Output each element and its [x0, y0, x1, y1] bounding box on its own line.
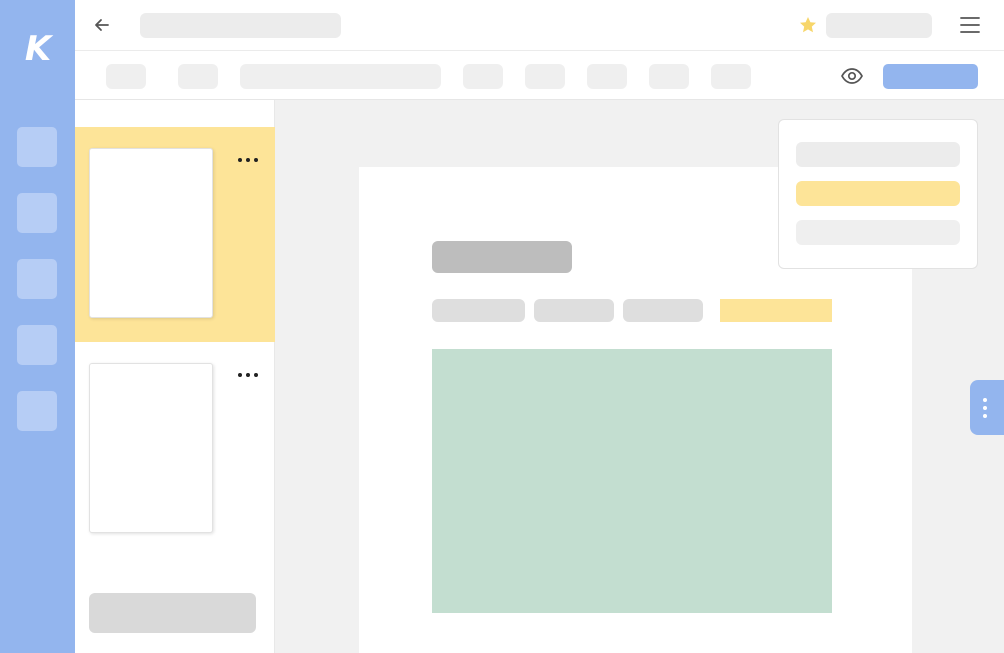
toolbar-item-5[interactable] — [587, 64, 627, 89]
page-thumbnail-2[interactable] — [89, 363, 213, 533]
rail-item-5[interactable] — [17, 391, 57, 431]
toolbar-item-6[interactable] — [649, 64, 689, 89]
primary-action-button[interactable] — [883, 64, 978, 89]
popover-option-2-selected[interactable] — [796, 181, 960, 206]
add-page-button[interactable] — [89, 593, 256, 633]
more-horizontal-icon[interactable] — [236, 367, 260, 383]
toolbar-font-select[interactable] — [240, 64, 441, 89]
toolbar-item-7[interactable] — [711, 64, 751, 89]
toolbar-item-4[interactable] — [525, 64, 565, 89]
page-thumbnail-1[interactable] — [89, 148, 213, 318]
more-horizontal-icon[interactable] — [236, 152, 260, 168]
toolbar-item-1[interactable] — [106, 64, 146, 89]
text-placeholder-3[interactable] — [623, 299, 703, 322]
vertical-dots-icon[interactable] — [980, 396, 990, 420]
rail-item-2[interactable] — [17, 193, 57, 233]
text-placeholder-2[interactable] — [534, 299, 614, 322]
rail-item-3[interactable] — [17, 259, 57, 299]
app-logo[interactable]: K — [22, 30, 54, 68]
star-icon[interactable] — [798, 15, 818, 35]
user-placeholder[interactable] — [826, 13, 932, 38]
toolbar-item-2[interactable] — [178, 64, 218, 89]
toolbar-item-3[interactable] — [463, 64, 503, 89]
highlighted-text-placeholder[interactable] — [720, 299, 832, 322]
document-title-placeholder[interactable] — [140, 13, 341, 38]
page-heading-placeholder[interactable] — [432, 241, 572, 273]
hamburger-menu-icon[interactable] — [959, 15, 981, 35]
eye-icon[interactable] — [840, 65, 864, 87]
text-placeholder-1[interactable] — [432, 299, 525, 322]
rail-item-1[interactable] — [17, 127, 57, 167]
popover-option-1[interactable] — [796, 142, 960, 167]
popover-option-3[interactable] — [796, 220, 960, 245]
image-placeholder[interactable] — [432, 349, 832, 613]
arrow-left-icon[interactable] — [91, 14, 113, 36]
rail-item-4[interactable] — [17, 325, 57, 365]
